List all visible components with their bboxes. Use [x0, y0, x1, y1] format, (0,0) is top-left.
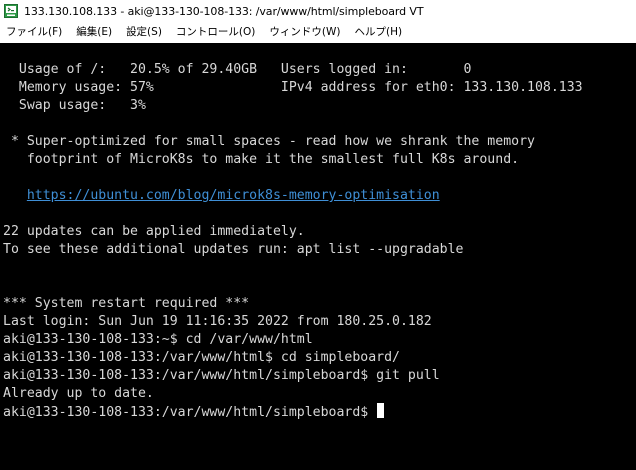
title-bar[interactable]: 133.130.108.133 - aki@133-130-108-133: /…: [0, 0, 636, 22]
menu-help[interactable]: ヘルプ(H): [347, 22, 409, 43]
sysinfo-line-memory: Memory usage: 57% IPv4 address for eth0:…: [3, 80, 583, 95]
menu-bar: ファイル(F) 編集(E) 設定(S) コントロール(O) ウィンドウ(W) ヘ…: [0, 22, 636, 43]
menu-edit[interactable]: 編集(E): [69, 22, 119, 43]
updates-hint-line: To see these additional updates run: apt…: [3, 242, 464, 257]
terminal-window: 133.130.108.133 - aki@133-130-108-133: /…: [0, 0, 636, 470]
motd-line: footprint of MicroK8s to make it the sma…: [3, 152, 520, 167]
sysinfo-line-disk: Usage of /: 20.5% of 29.40GB Users logge…: [3, 62, 472, 77]
output-line: Already up to date.: [3, 386, 154, 401]
menu-file[interactable]: ファイル(F): [0, 22, 69, 43]
menu-window[interactable]: ウィンドウ(W): [262, 22, 347, 43]
restart-required-line: *** System restart required ***: [3, 296, 250, 311]
last-login-line: Last login: Sun Jun 19 11:16:35 2022 fro…: [3, 314, 432, 329]
command-line: aki@133-130-108-133:/var/www/html$ cd si…: [3, 350, 400, 365]
microk8s-link[interactable]: https://ubuntu.com/blog/microk8s-memory-…: [27, 188, 440, 203]
teraterm-icon: [4, 4, 18, 18]
motd-line: * Super-optimized for small spaces - rea…: [3, 134, 535, 149]
shell-prompt: aki@133-130-108-133:/var/www/html/simple…: [3, 405, 377, 420]
menu-control[interactable]: コントロール(O): [169, 22, 262, 43]
command-line: aki@133-130-108-133:/var/www/html/simple…: [3, 368, 440, 383]
window-title: 133.130.108.133 - aki@133-130-108-133: /…: [24, 4, 424, 18]
command-line: aki@133-130-108-133:~$ cd /var/www/html: [3, 332, 313, 347]
motd-link-line: https://ubuntu.com/blog/microk8s-memory-…: [3, 187, 636, 205]
current-prompt-line[interactable]: aki@133-130-108-133:/var/www/html/simple…: [3, 403, 636, 421]
menu-setup[interactable]: 設定(S): [119, 22, 169, 43]
sysinfo-line-swap: Swap usage: 3%: [3, 98, 146, 113]
updates-line: 22 updates can be applied immediately.: [3, 224, 305, 239]
link-indent: [3, 188, 27, 203]
text-cursor: [377, 403, 385, 418]
terminal-screen[interactable]: Usage of /: 20.5% of 29.40GB Users logge…: [0, 43, 636, 470]
